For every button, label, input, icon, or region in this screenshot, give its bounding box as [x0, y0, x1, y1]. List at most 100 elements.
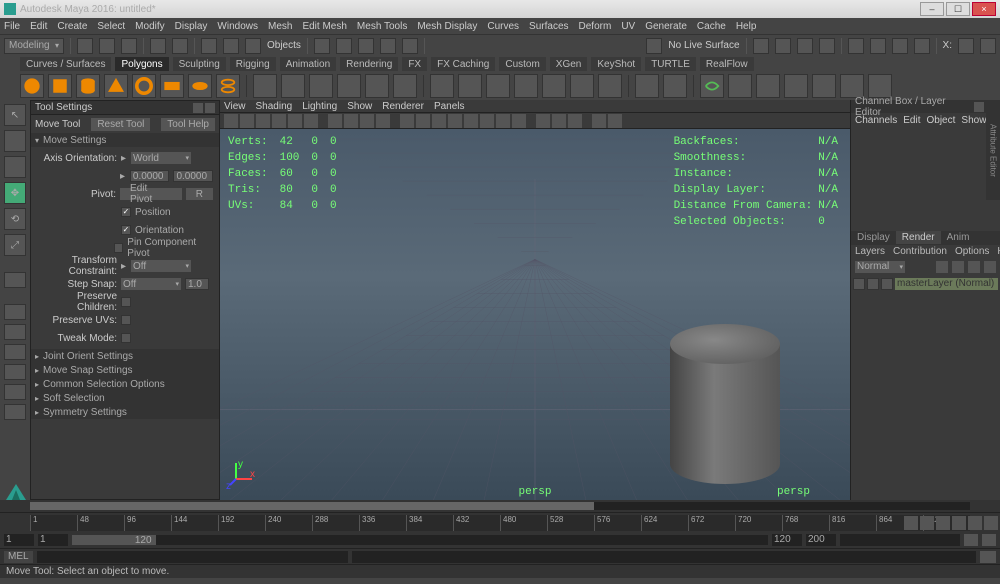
go-to-end-icon[interactable]	[984, 516, 998, 530]
live-surface-icon[interactable]	[646, 38, 662, 54]
shelf-tab-fx-caching[interactable]: FX Caching	[431, 57, 495, 71]
auto-key-toggle[interactable]	[964, 534, 978, 546]
menu-select[interactable]: Select	[97, 21, 125, 32]
shelf-tab-animation[interactable]: Animation	[280, 57, 336, 71]
edit-pivot-button[interactable]: Edit Pivot	[120, 188, 182, 200]
rotate-tool[interactable]: ⟲	[4, 208, 26, 230]
vp-resolution-gate-icon[interactable]	[360, 114, 374, 128]
select-tool[interactable]: ↖	[4, 104, 26, 126]
paint-tool[interactable]	[4, 156, 26, 178]
layer-tab-anim[interactable]: Anim	[941, 231, 976, 244]
reset-pivot-button[interactable]: R	[186, 188, 213, 200]
vp-xray-joints-icon[interactable]	[568, 114, 582, 128]
layer-name[interactable]: masterLayer (Normal)	[895, 278, 998, 290]
play-back-icon[interactable]	[936, 516, 950, 530]
step-snap-value-input[interactable]: 1.0	[185, 278, 209, 290]
move-tool[interactable]: ✥	[4, 182, 26, 204]
poly-bevel-icon[interactable]	[486, 74, 510, 98]
cylinder-mesh[interactable]	[670, 324, 780, 484]
vp-xray-icon[interactable]	[552, 114, 566, 128]
playback-start-input[interactable]: 1	[38, 534, 68, 546]
shelf-tab-xgen[interactable]: XGen	[550, 57, 588, 71]
poly-sphere-icon[interactable]	[20, 74, 44, 98]
step-forward-icon[interactable]	[968, 516, 982, 530]
vp-shaded-icon[interactable]	[416, 114, 430, 128]
poly-mirror-icon[interactable]	[514, 74, 538, 98]
panel-dock-icon[interactable]	[974, 102, 984, 112]
layer-tab-render[interactable]: Render	[896, 231, 941, 244]
layer-row[interactable]: masterLayer (Normal)	[853, 277, 998, 291]
poly-combine-icon[interactable]	[281, 74, 305, 98]
vp-menu-lighting[interactable]: Lighting	[302, 101, 337, 112]
layer-menu-options[interactable]: Options	[955, 246, 989, 257]
last-tool[interactable]	[4, 272, 26, 288]
orientation-checkbox[interactable]	[121, 225, 131, 235]
target-weld-icon[interactable]	[570, 74, 594, 98]
vp-isolate-icon[interactable]	[536, 114, 550, 128]
sculpt4-icon[interactable]	[784, 74, 808, 98]
range-end-input[interactable]: 200	[806, 534, 836, 546]
channel-menu-show[interactable]: Show	[961, 115, 986, 126]
snap-live-icon[interactable]	[402, 38, 418, 54]
poly-cylinder-icon[interactable]	[76, 74, 100, 98]
vp-wireframe-icon[interactable]	[400, 114, 414, 128]
layer-menu-contribution[interactable]: Contribution	[893, 246, 947, 257]
transform-constraint-select[interactable]: Off	[131, 260, 191, 272]
range-track[interactable]: 120	[72, 535, 768, 545]
reset-tool-button[interactable]: Reset Tool	[91, 118, 150, 131]
menu-modify[interactable]: Modify	[135, 21, 164, 32]
render-settings-icon[interactable]	[819, 38, 835, 54]
3d-viewport[interactable]: Verts:4200Edges:10000Faces:6000Tris:8000…	[220, 129, 850, 500]
sculpt2-icon[interactable]	[728, 74, 752, 98]
poly-connect-icon[interactable]	[598, 74, 622, 98]
snap-plane-icon[interactable]	[380, 38, 396, 54]
paint-select-icon[interactable]	[245, 38, 261, 54]
section-soft-selection[interactable]: Soft Selection	[31, 391, 219, 405]
sculpt7-icon[interactable]	[868, 74, 892, 98]
layout3-icon[interactable]	[892, 38, 908, 54]
section-joint-orient-settings[interactable]: Joint Orient Settings	[31, 349, 219, 363]
shelf-tab-fx[interactable]: FX	[402, 57, 427, 71]
layer-menu-layers[interactable]: Layers	[855, 246, 885, 257]
close-button[interactable]: ×	[972, 2, 996, 16]
range-thumb[interactable]: 120	[72, 535, 156, 545]
menu-edit-mesh[interactable]: Edit Mesh	[302, 21, 346, 32]
ipr-icon[interactable]	[797, 38, 813, 54]
pin-pivot-checkbox[interactable]	[114, 243, 123, 253]
single-pane-layout[interactable]	[4, 304, 26, 320]
menu-windows[interactable]: Windows	[217, 21, 258, 32]
channel-menu-object[interactable]: Object	[927, 115, 956, 126]
minimize-button[interactable]: –	[920, 2, 944, 16]
menu-create[interactable]: Create	[57, 21, 87, 32]
poly-smooth-icon[interactable]	[337, 74, 361, 98]
channel-menu-edit[interactable]: Edit	[903, 115, 920, 126]
snap-curve-icon[interactable]	[336, 38, 352, 54]
menu-cache[interactable]: Cache	[697, 21, 726, 32]
menu-mesh-display[interactable]: Mesh Display	[417, 21, 477, 32]
redo-icon[interactable]	[172, 38, 188, 54]
preserve-uvs-checkbox[interactable]	[121, 315, 131, 325]
shelf-tab-curves-surfaces[interactable]: Curves / Surfaces	[20, 57, 111, 71]
persp-outliner-layout[interactable]	[4, 364, 26, 380]
vp-menu-renderer[interactable]: Renderer	[382, 101, 424, 112]
lasso-icon[interactable]	[223, 38, 239, 54]
axis-orientation-select[interactable]: World	[131, 152, 191, 164]
layer-icon-4[interactable]	[984, 261, 996, 273]
vp-shadows-icon[interactable]	[464, 114, 478, 128]
vp-textured-icon[interactable]	[432, 114, 446, 128]
lasso-tool[interactable]	[4, 130, 26, 152]
scale-tool[interactable]: ⤢	[4, 234, 26, 256]
open-scene-icon[interactable]	[99, 38, 115, 54]
quad-draw-icon[interactable]	[635, 74, 659, 98]
vp-lights-icon[interactable]	[448, 114, 462, 128]
vp-lock-camera-icon[interactable]	[240, 114, 254, 128]
vp-bookmark-icon[interactable]	[256, 114, 270, 128]
vp-select-camera-icon[interactable]	[224, 114, 238, 128]
poly-pipe-icon[interactable]	[216, 74, 240, 98]
render-icon[interactable]	[775, 38, 791, 54]
shelf-tab-rendering[interactable]: Rendering	[340, 57, 398, 71]
time-slider[interactable]: 1489614419224028833638443248052857662467…	[0, 512, 1000, 532]
poly-disc-icon[interactable]	[188, 74, 212, 98]
section-symmetry-settings[interactable]: Symmetry Settings	[31, 405, 219, 419]
step-back-icon[interactable]	[920, 516, 934, 530]
